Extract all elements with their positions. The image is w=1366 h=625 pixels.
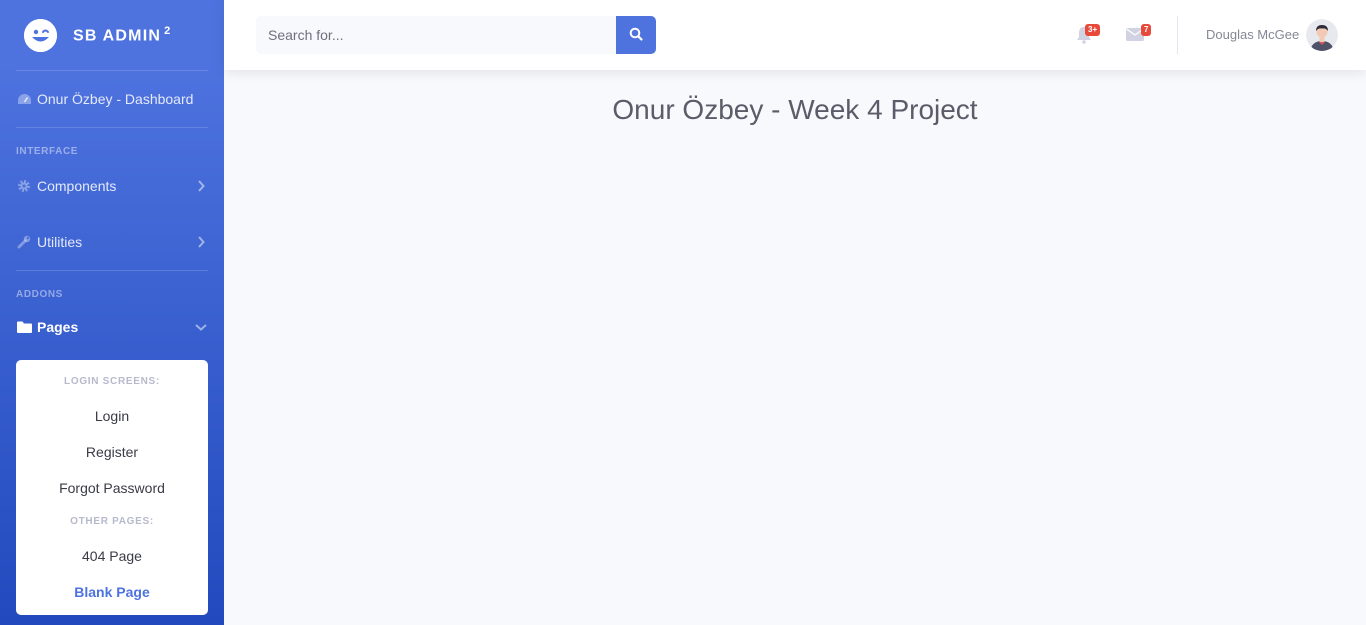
collapse-item-register[interactable]: Register — [16, 434, 208, 470]
topbar: 3+ 7 Douglas McGee — [224, 0, 1366, 70]
wrench-icon — [17, 235, 33, 249]
pages-collapse-menu: LOGIN SCREENS: Login Register Forgot Pas… — [16, 360, 208, 615]
sidebar-item-pages[interactable]: Pages — [0, 301, 224, 353]
search-input[interactable] — [256, 16, 616, 54]
search-form — [256, 16, 656, 54]
search-icon — [629, 27, 643, 44]
collapse-item-login[interactable]: Login — [16, 398, 208, 434]
user-avatar[interactable] — [1306, 19, 1338, 51]
cog-icon — [17, 179, 33, 193]
brand-text: SB ADMIN 2 — [73, 25, 171, 45]
sidebar-item-label: Pages — [37, 319, 79, 335]
chevron-right-icon — [194, 236, 208, 248]
alerts-badge: 3+ — [1085, 24, 1101, 36]
collapse-header-other: OTHER PAGES: — [70, 516, 154, 527]
messages-dropdown[interactable]: 7 — [1124, 22, 1152, 48]
sidebar-heading-interface: INTERFACE — [16, 146, 79, 157]
messages-badge: 7 — [1141, 24, 1152, 36]
tachometer-icon — [17, 93, 33, 106]
sidebar-item-label: Utilities — [37, 234, 83, 250]
search-button[interactable] — [616, 16, 656, 54]
chevron-right-icon — [194, 180, 208, 192]
laugh-wink-icon — [24, 18, 57, 52]
sidebar: SB ADMIN 2 Onur Özbey - Dashboard INTERFA… — [0, 0, 224, 625]
collapse-header-login: LOGIN SCREENS: — [64, 376, 160, 387]
chevron-down-icon — [194, 323, 208, 331]
collapse-item-404[interactable]: 404 Page — [16, 538, 208, 574]
sidebar-item-components[interactable]: Components — [0, 158, 224, 214]
alerts-dropdown[interactable]: 3+ — [1072, 22, 1101, 48]
brand-link[interactable]: SB ADMIN 2 — [0, 0, 224, 70]
collapse-item-blank[interactable]: Blank Page — [16, 574, 208, 610]
topbar-divider — [1177, 16, 1178, 54]
sidebar-item-label: Components — [37, 178, 117, 194]
sidebar-heading-addons: ADDONS — [16, 289, 63, 300]
sidebar-item-label: Onur Özbey - Dashboard — [37, 91, 194, 107]
brand-name: SB ADMIN — [73, 27, 162, 45]
page-title: Onur Özbey - Week 4 Project — [612, 94, 978, 125]
user-name[interactable]: Douglas McGee — [1206, 27, 1299, 42]
brand-sup: 2 — [164, 24, 172, 37]
sidebar-item-dashboard[interactable]: Onur Özbey - Dashboard — [0, 71, 224, 127]
folder-icon — [17, 321, 33, 333]
collapse-item-forgot-password[interactable]: Forgot Password — [16, 470, 208, 506]
sidebar-item-utilities[interactable]: Utilities — [0, 214, 224, 270]
